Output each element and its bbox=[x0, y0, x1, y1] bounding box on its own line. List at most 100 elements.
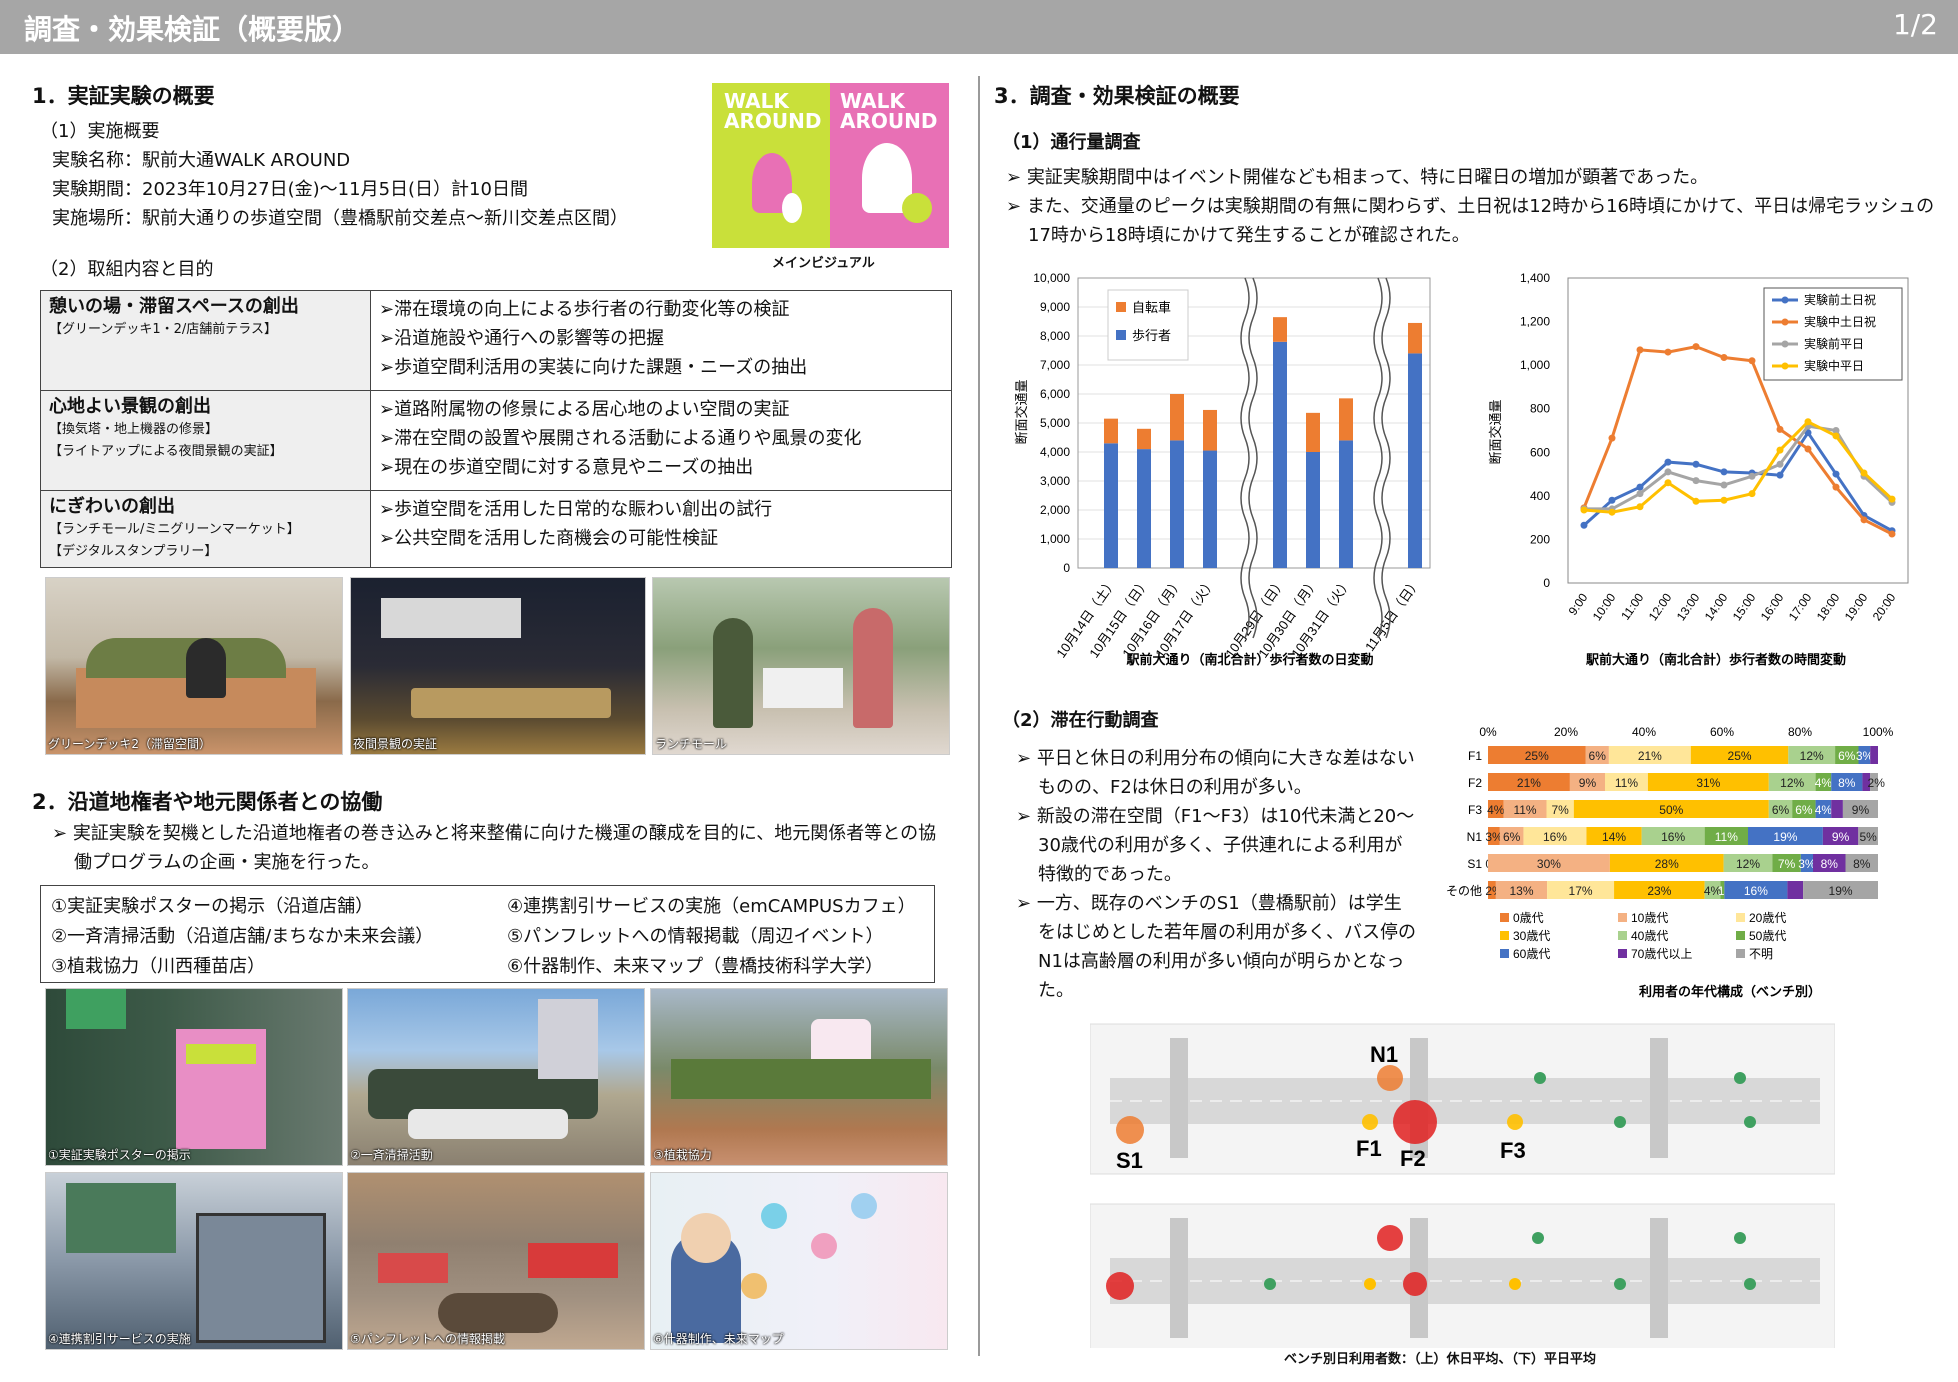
segment-label: 28% bbox=[1655, 857, 1679, 871]
y-tick-label: 0 bbox=[1063, 561, 1070, 575]
x-tick-label: 13:00 bbox=[1674, 590, 1703, 623]
legend-marker bbox=[1781, 318, 1789, 326]
x-tick-label: 20:00 bbox=[1870, 590, 1899, 623]
bar-pedestrian bbox=[1104, 443, 1118, 568]
segment-label: 19% bbox=[1829, 884, 1853, 898]
data-point bbox=[1776, 460, 1784, 468]
segment-label: 17% bbox=[1569, 884, 1593, 898]
section1-sub1: （1）実施概要 bbox=[40, 121, 160, 142]
segment-label: 16% bbox=[1543, 830, 1567, 844]
bench-marker-f3-weekday bbox=[1509, 1278, 1521, 1290]
y-tick-label: 800 bbox=[1530, 402, 1550, 416]
row-label: F1 bbox=[1468, 749, 1482, 763]
legend-swatch bbox=[1736, 931, 1745, 940]
bench-marker bbox=[1744, 1116, 1756, 1128]
data-point bbox=[1860, 469, 1868, 477]
map-label-f2: F2 bbox=[1400, 1146, 1426, 1171]
data-point bbox=[1692, 477, 1700, 485]
x-tick-label: 100% bbox=[1863, 725, 1894, 739]
photo-caption: 夜間景観の実証 bbox=[353, 737, 438, 751]
goal-item: 滞在空間の設置や展開される活動による通りや風景の変化 bbox=[379, 424, 943, 453]
collab-item: ⑥什器制作、未来マップ（豊橋技術科学大学） bbox=[507, 956, 884, 977]
bar-pedestrian bbox=[1408, 353, 1422, 568]
bar-pedestrian bbox=[1137, 449, 1151, 568]
data-point bbox=[1804, 445, 1812, 453]
segment-label: 4% bbox=[1487, 803, 1505, 817]
goal-item: 歩道空間を活用した日常的な賑わい創出の試行 bbox=[379, 495, 943, 524]
data-point bbox=[1636, 503, 1644, 511]
legend-swatch-bicycle bbox=[1116, 302, 1126, 312]
data-point bbox=[1580, 506, 1588, 514]
data-point bbox=[1636, 346, 1644, 354]
page-title: 調査・効果検証（概要版） bbox=[24, 13, 361, 46]
data-point bbox=[1860, 516, 1868, 524]
photo-cleanup: ②一斉清掃活動 bbox=[347, 988, 645, 1166]
section3-bullet: また、交通量のピークは実験期間の有無に関わらず、土日祝は12時から16時頃にかけ… bbox=[1006, 192, 1936, 250]
legend-swatch bbox=[1500, 949, 1509, 958]
goal-row: 憩いの場・滞留スペースの創出 【グリーンデッキ1・2/店舗前テラス】 滞在環境の… bbox=[40, 290, 952, 391]
data-point bbox=[1776, 446, 1784, 454]
map-label-s1: S1 bbox=[1116, 1148, 1143, 1173]
data-point bbox=[1692, 460, 1700, 468]
section3-bullet2: 一方、既存のベンチのS1（豊橋駅前）は学生をはじめとした若年層の利用が多く、バス… bbox=[1016, 889, 1416, 1005]
x-tick-label: 17:00 bbox=[1786, 590, 1815, 623]
hourly-pedestrian-chart: 断面交通量 02004006008001,0001,2001,400 9:00 1… bbox=[1488, 271, 1909, 667]
photo-future-map: ⑥什器制作、未来マップ bbox=[650, 1172, 948, 1350]
segment-label: 11% bbox=[1615, 776, 1638, 790]
bar-pedestrian bbox=[1170, 440, 1184, 568]
segment-label: 12% bbox=[1800, 749, 1824, 763]
bar-bicycle bbox=[1170, 394, 1184, 441]
photo-caption: ③植栽協力 bbox=[653, 1148, 712, 1162]
daily-pedestrian-chart: 断面交通量 0 1,000 2,000 3,000 4,000 5,000 6,000 7,0… bbox=[1014, 271, 1431, 667]
y-tick-label: 3,000 bbox=[1040, 474, 1070, 488]
x-tick-label: 11月5日（日） bbox=[1362, 575, 1423, 654]
x-tick-label: 60% bbox=[1710, 725, 1734, 739]
y-tick-label: 10,000 bbox=[1033, 271, 1070, 285]
segment-label: 7% bbox=[1778, 857, 1796, 871]
photo-lunch-mall: ランチモール bbox=[652, 577, 950, 755]
bench-marker-f2 bbox=[1393, 1100, 1437, 1144]
section1-title: 1．実証実験の概要 bbox=[32, 84, 215, 108]
data-point bbox=[1636, 483, 1644, 491]
segment-label: 23% bbox=[1647, 884, 1671, 898]
photo-caption: ランチモール bbox=[655, 737, 728, 751]
photo-caption: ②一斉清掃活動 bbox=[350, 1148, 433, 1162]
data-point bbox=[1664, 468, 1672, 476]
segment-label: 5% bbox=[1859, 830, 1877, 844]
bar-bicycle bbox=[1339, 398, 1353, 441]
map-label-f3: F3 bbox=[1500, 1138, 1526, 1163]
segment-label: 11% bbox=[1715, 830, 1738, 844]
legend-label: 60歳代 bbox=[1513, 947, 1550, 961]
bench-marker-f3 bbox=[1507, 1114, 1523, 1130]
x-tick-label: 9:00 bbox=[1566, 590, 1591, 617]
photo-cafe: ④連携割引サービスの実施 bbox=[45, 1172, 343, 1350]
data-point bbox=[1888, 495, 1896, 503]
y-tick-label: 1,000 bbox=[1520, 358, 1550, 372]
x-tick-label: 0% bbox=[1479, 725, 1497, 739]
segment-label: 9% bbox=[1579, 776, 1597, 790]
bar-bicycle bbox=[1137, 428, 1151, 450]
age-chart-title: 利用者の年代構成（ベンチ別） bbox=[1639, 984, 1821, 999]
segment-label: 4% bbox=[1815, 776, 1833, 790]
data-point bbox=[1692, 343, 1700, 351]
section3-sub1: （1）通行量調査 bbox=[1002, 132, 1141, 153]
data-point bbox=[1720, 496, 1728, 504]
data-point bbox=[1776, 425, 1784, 433]
collab-item: ④連携割引サービスの実施（emCAMPUSカフェ） bbox=[507, 896, 916, 917]
segment-label: 16% bbox=[1661, 830, 1685, 844]
data-point bbox=[1804, 418, 1812, 426]
collab-item: ⑤パンフレットへの情報掲載（周辺イベント） bbox=[507, 926, 884, 947]
y-tick-label: 0 bbox=[1543, 576, 1550, 590]
goal-item: 沿道施設や通行への影響等の把握 bbox=[379, 324, 943, 353]
goal-item: 道路附属物の修景による居心地のよい空間の実証 bbox=[379, 395, 943, 424]
bench-marker bbox=[1734, 1072, 1746, 1084]
segment-label: 12% bbox=[1780, 776, 1804, 790]
y-tick-label: 200 bbox=[1530, 532, 1550, 546]
crossroad bbox=[1650, 1038, 1668, 1158]
x-tick-label: 10:00 bbox=[1590, 590, 1619, 623]
bench-marker-f1 bbox=[1362, 1114, 1378, 1130]
section3-bullet2: 平日と休日の利用分布の傾向に大きな差はないものの、F2は休日の利用が多い。 bbox=[1016, 744, 1416, 802]
y-tick-label: 2,000 bbox=[1040, 503, 1070, 517]
segment-label: 25% bbox=[1728, 749, 1752, 763]
bar-bicycle bbox=[1306, 412, 1320, 452]
